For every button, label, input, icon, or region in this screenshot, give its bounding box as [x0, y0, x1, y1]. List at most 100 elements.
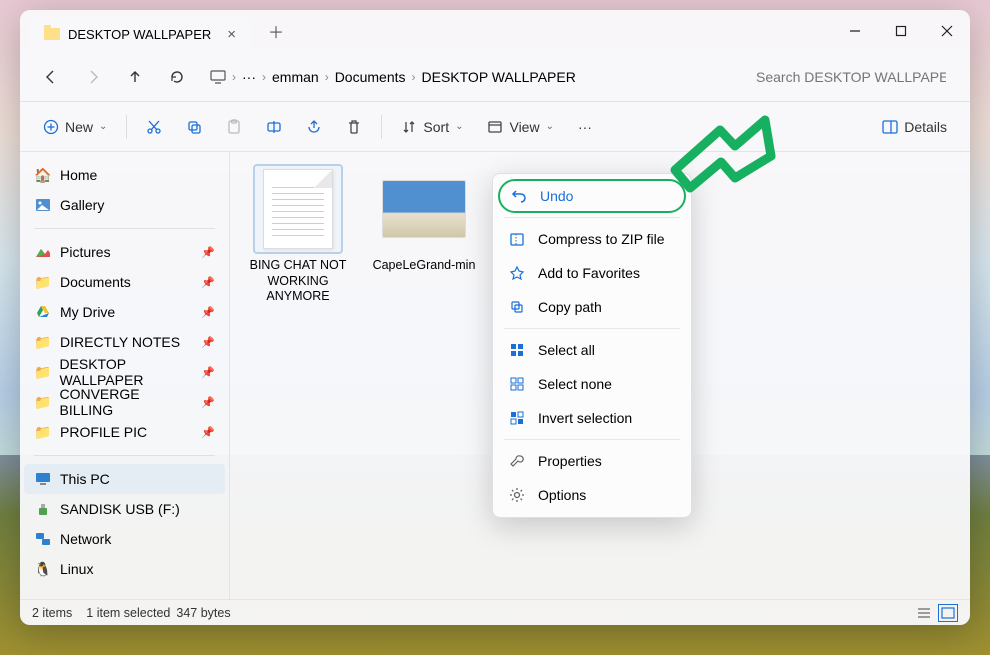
ctx-properties[interactable]: Properties — [498, 444, 686, 478]
view-button[interactable]: View⌄ — [478, 110, 562, 144]
status-bar: 2 items 1 item selected 347 bytes — [20, 599, 970, 625]
chevron-right-icon: › — [412, 70, 416, 84]
pin-icon: 📌 — [201, 306, 215, 319]
sidebar-this-pc[interactable]: This PC — [24, 464, 225, 494]
sidebar-directly-notes[interactable]: 📁DIRECTLY NOTES📌 — [24, 327, 225, 357]
view-thumbnails-button[interactable] — [938, 604, 958, 622]
star-icon — [508, 265, 526, 281]
home-icon: 🏠 — [34, 168, 52, 182]
sidebar-network[interactable]: Network — [24, 524, 225, 554]
zip-icon — [508, 231, 526, 247]
file-explorer-window: DESKTOP WALLPAPER × ＋ › ··· › emman › Do… — [20, 10, 970, 625]
ctx-select-none[interactable]: Select none — [498, 367, 686, 401]
close-window-button[interactable] — [924, 10, 970, 52]
new-button[interactable]: New⌄ — [34, 110, 116, 144]
network-icon — [34, 532, 52, 546]
sidebar-profile-pic[interactable]: 📁PROFILE PIC📌 — [24, 417, 225, 447]
close-tab-icon[interactable]: × — [227, 26, 236, 43]
invert-icon — [508, 410, 526, 426]
ctx-copy-path[interactable]: Copy path — [498, 290, 686, 324]
pin-icon: 📌 — [201, 336, 215, 349]
sidebar-home[interactable]: 🏠Home — [24, 160, 225, 190]
ctx-undo[interactable]: Undo — [498, 179, 686, 213]
ctx-options[interactable]: Options — [498, 478, 686, 512]
sort-icon — [401, 119, 417, 135]
refresh-button[interactable] — [160, 60, 194, 94]
linux-icon: 🐧 — [34, 562, 52, 576]
copy-button[interactable] — [177, 110, 211, 144]
sidebar: 🏠Home Gallery Pictures📌 📁Documents📌 My D… — [20, 152, 230, 599]
sidebar-pictures[interactable]: Pictures📌 — [24, 237, 225, 267]
wrench-icon — [508, 453, 526, 469]
folder-icon: 📁 — [34, 425, 52, 439]
file-name: BING CHAT NOT WORKING ANYMORE — [244, 258, 352, 305]
breadcrumb-segment[interactable]: DESKTOP WALLPAPER — [422, 69, 576, 85]
sidebar-mydrive[interactable]: My Drive📌 — [24, 297, 225, 327]
pin-icon: 📌 — [201, 276, 215, 289]
gdrive-icon — [34, 305, 52, 319]
minimize-button[interactable] — [832, 10, 878, 52]
details-pane-button[interactable]: Details — [873, 110, 956, 144]
tab-active[interactable]: DESKTOP WALLPAPER × — [30, 16, 250, 52]
forward-button[interactable] — [76, 60, 110, 94]
breadcrumb[interactable]: › ··· › emman › Documents › DESKTOP WALL… — [202, 60, 738, 94]
cut-button[interactable] — [137, 110, 171, 144]
rename-icon — [266, 119, 282, 135]
sidebar-usb[interactable]: SANDISK USB (F:) — [24, 494, 225, 524]
usb-icon — [34, 502, 52, 516]
monitor-icon — [210, 70, 226, 84]
chevron-right-icon: › — [232, 70, 236, 84]
sort-button[interactable]: Sort⌄ — [392, 110, 472, 144]
paste-icon — [226, 119, 242, 135]
more-button[interactable]: ··· — [569, 110, 601, 144]
tab-title: DESKTOP WALLPAPER — [68, 27, 211, 42]
paste-button[interactable] — [217, 110, 251, 144]
breadcrumb-segment[interactable]: emman — [272, 69, 319, 85]
trash-icon — [346, 119, 362, 135]
context-menu: Undo Compress to ZIP file Add to Favorit… — [492, 173, 692, 518]
toolbar: New⌄ Sort⌄ View⌄ ··· Details — [20, 102, 970, 152]
sidebar-converge-billing[interactable]: 📁CONVERGE BILLING📌 — [24, 387, 225, 417]
ctx-select-all[interactable]: Select all — [498, 333, 686, 367]
ellipsis-icon: ··· — [578, 119, 592, 135]
view-list-button[interactable] — [914, 604, 934, 622]
gear-icon — [508, 487, 526, 503]
select-none-icon — [508, 376, 526, 392]
pin-icon: 📌 — [201, 246, 215, 259]
chevron-right-icon: › — [325, 70, 329, 84]
ctx-invert-selection[interactable]: Invert selection — [498, 401, 686, 435]
gallery-icon — [34, 198, 52, 212]
share-button[interactable] — [297, 110, 331, 144]
search-input[interactable] — [746, 60, 956, 94]
folder-icon — [44, 28, 60, 40]
chevron-right-icon: › — [262, 70, 266, 84]
back-button[interactable] — [34, 60, 68, 94]
maximize-button[interactable] — [878, 10, 924, 52]
details-pane-icon — [882, 120, 898, 134]
titlebar: DESKTOP WALLPAPER × ＋ — [20, 10, 970, 52]
delete-button[interactable] — [337, 110, 371, 144]
rename-button[interactable] — [257, 110, 291, 144]
sidebar-linux[interactable]: 🐧Linux — [24, 554, 225, 584]
file-item[interactable]: CapeLeGrand-min — [370, 166, 478, 274]
folder-icon: 📁 — [34, 365, 51, 379]
file-item[interactable]: BING CHAT NOT WORKING ANYMORE — [244, 166, 352, 305]
sidebar-desktop-wallpaper[interactable]: 📁DESKTOP WALLPAPER📌 — [24, 357, 225, 387]
new-tab-button[interactable]: ＋ — [268, 19, 284, 43]
annotation-arrow — [665, 110, 785, 220]
up-button[interactable] — [118, 60, 152, 94]
file-name: CapeLeGrand-min — [370, 258, 478, 274]
status-size: 347 bytes — [176, 606, 230, 620]
view-icon — [487, 119, 503, 135]
undo-icon — [510, 188, 528, 204]
select-all-icon — [508, 342, 526, 358]
breadcrumb-ellipsis[interactable]: ··· — [242, 69, 256, 85]
sidebar-gallery[interactable]: Gallery — [24, 190, 225, 220]
scissors-icon — [146, 119, 162, 135]
pin-icon: 📌 — [201, 426, 215, 439]
sidebar-documents[interactable]: 📁Documents📌 — [24, 267, 225, 297]
pin-icon: 📌 — [201, 396, 215, 409]
ctx-favorites[interactable]: Add to Favorites — [498, 256, 686, 290]
ctx-compress[interactable]: Compress to ZIP file — [498, 222, 686, 256]
breadcrumb-segment[interactable]: Documents — [335, 69, 406, 85]
